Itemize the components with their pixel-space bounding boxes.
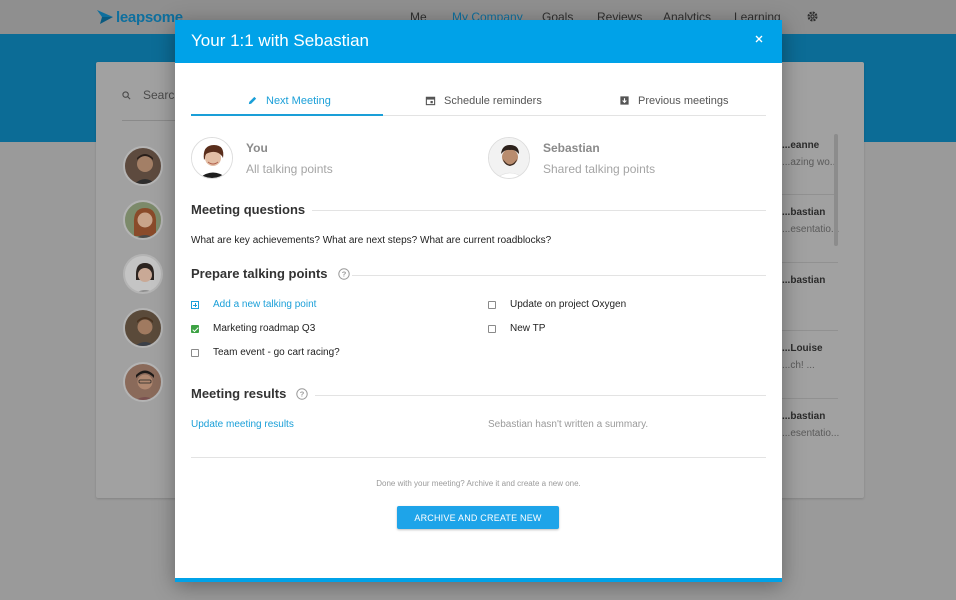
add-icon bbox=[191, 300, 199, 309]
avatar[interactable] bbox=[123, 308, 163, 348]
search-underline bbox=[122, 120, 182, 121]
list-item[interactable]: ...bastian ...esentatio... bbox=[782, 411, 839, 439]
avatar[interactable] bbox=[123, 200, 163, 240]
modal-bottom-accent bbox=[175, 578, 782, 582]
meeting-results-heading: Meeting results ? bbox=[191, 386, 309, 401]
list-item[interactable]: ...eanne ...azing wo... bbox=[782, 140, 838, 168]
tab-previous-meetings[interactable]: Previous meetings bbox=[619, 85, 729, 116]
close-icon bbox=[755, 35, 763, 43]
update-results-link[interactable]: Update meeting results bbox=[191, 419, 294, 430]
list-item[interactable]: ...bastian ...esentatio... bbox=[782, 207, 839, 235]
checkbox-checked[interactable] bbox=[191, 324, 199, 333]
list-divider bbox=[782, 262, 838, 263]
meeting-questions-heading: Meeting questions bbox=[191, 202, 306, 217]
active-tab-indicator bbox=[191, 114, 383, 116]
help-icon[interactable]: ? bbox=[296, 387, 309, 400]
add-talking-point[interactable]: Add a new talking point bbox=[191, 299, 316, 310]
list-divider bbox=[782, 398, 838, 399]
search-box[interactable]: Search bbox=[122, 88, 181, 102]
checkbox[interactable] bbox=[488, 324, 496, 333]
section-divider bbox=[352, 275, 766, 276]
participant-subtitle: Shared talking points bbox=[543, 161, 656, 176]
checkbox[interactable] bbox=[488, 300, 496, 309]
participant-name: Sebastian bbox=[543, 140, 600, 155]
talking-points-heading: Prepare talking points ? bbox=[191, 266, 350, 281]
avatar[interactable] bbox=[123, 362, 163, 402]
list-item[interactable]: ...bastian bbox=[782, 275, 825, 292]
meeting-questions-text: What are key achievements? What are next… bbox=[191, 235, 552, 246]
footer-divider bbox=[191, 457, 766, 458]
help-icon[interactable]: ? bbox=[337, 267, 350, 280]
archive-icon bbox=[620, 96, 629, 105]
participant-subtitle: All talking points bbox=[246, 161, 333, 176]
list-divider bbox=[782, 330, 838, 331]
gear-icon[interactable] bbox=[806, 10, 819, 23]
talking-point[interactable]: Marketing roadmap Q3 bbox=[191, 323, 315, 334]
pencil-icon bbox=[248, 96, 257, 105]
modal-tabs: Next Meeting Schedule reminders Previous… bbox=[191, 85, 766, 116]
talking-point[interactable]: New TP bbox=[488, 323, 545, 334]
close-button[interactable] bbox=[752, 32, 766, 46]
talking-point[interactable]: Update on project Oxygen bbox=[488, 299, 626, 310]
list-divider bbox=[782, 194, 838, 195]
avatar bbox=[191, 137, 233, 179]
results-summary-text: Sebastian hasn't written a summary. bbox=[488, 419, 649, 430]
calendar-icon bbox=[425, 96, 436, 106]
svg-text:?: ? bbox=[341, 269, 346, 278]
tab-schedule-reminders[interactable]: Schedule reminders bbox=[425, 85, 542, 116]
archive-and-create-button[interactable]: ARCHIVE AND CREATE NEW bbox=[397, 506, 559, 529]
avatar[interactable] bbox=[123, 146, 163, 186]
section-divider bbox=[315, 395, 766, 396]
archive-hint: Done with your meeting? Archive it and c… bbox=[376, 479, 581, 488]
participant-you: You All talking points bbox=[191, 137, 333, 179]
avatar bbox=[488, 137, 530, 179]
avatar[interactable] bbox=[123, 254, 163, 294]
checkbox[interactable] bbox=[191, 348, 199, 357]
svg-text:?: ? bbox=[300, 389, 305, 398]
list-item[interactable]: ...Louise ...ch! ... bbox=[782, 343, 823, 371]
participant-sebastian: Sebastian Shared talking points bbox=[488, 137, 655, 179]
scrollbar[interactable] bbox=[834, 134, 838, 246]
talking-point[interactable]: Team event - go cart racing? bbox=[191, 347, 340, 358]
section-divider bbox=[312, 210, 766, 211]
tab-next-meeting[interactable]: Next Meeting bbox=[247, 85, 331, 116]
modal-header: Your 1:1 with Sebastian bbox=[175, 20, 782, 63]
modal-title: Your 1:1 with Sebastian bbox=[191, 31, 369, 50]
search-icon bbox=[122, 90, 131, 99]
one-on-one-modal: Your 1:1 with Sebastian Next Meeting Sch… bbox=[175, 20, 782, 582]
participant-name: You bbox=[246, 140, 268, 155]
